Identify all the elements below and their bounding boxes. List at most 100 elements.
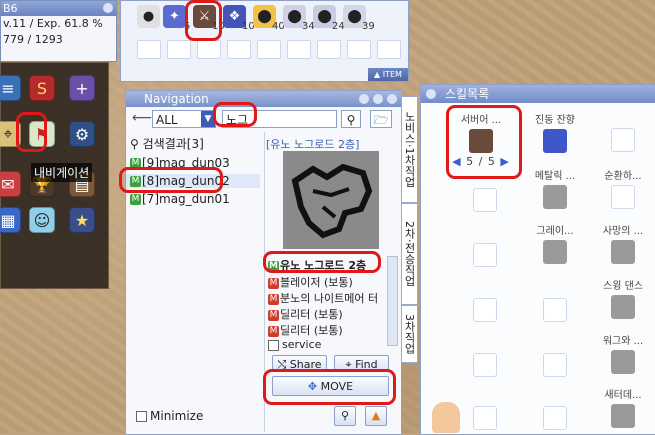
move-button[interactable]: ✥ MOVE bbox=[272, 376, 389, 396]
character-sprite[interactable] bbox=[432, 402, 460, 433]
skill-item-empty[interactable] bbox=[525, 350, 585, 377]
item-shortcut-bar: ● ✦ 5 ⚔ 10 ❖ 10 ⬤ 40 ⬤ 34 ⬤ 24 ⬤ 39 ▲ IT… bbox=[120, 0, 409, 82]
folder-button[interactable]: 🗁 bbox=[370, 110, 392, 128]
find-button[interactable]: ⌖ Find bbox=[334, 355, 389, 372]
skill-list-window: 스킬목록 서버어 ... ◀ 5 / 5 ▶ 진동 잔향 메탈릭 ... 순환하… bbox=[420, 84, 655, 435]
status-title: B6 bbox=[3, 2, 18, 15]
folder-icon: 🗁 bbox=[373, 113, 389, 127]
item-slot-stone[interactable]: ● bbox=[137, 5, 160, 28]
skill-item[interactable]: 워그와 ... bbox=[593, 332, 653, 374]
scroll-up-button[interactable]: ▲ bbox=[365, 406, 387, 426]
level-up-icon[interactable]: ▶ bbox=[500, 155, 509, 168]
skill-item-empty[interactable] bbox=[455, 185, 515, 212]
skill-item-empty[interactable] bbox=[455, 403, 515, 430]
skill-item-empty[interactable] bbox=[525, 295, 585, 322]
skill-name: 사망의 ... bbox=[602, 226, 644, 237]
service-checkbox-row[interactable]: service bbox=[268, 338, 321, 351]
empty-item-slot[interactable] bbox=[227, 40, 251, 59]
result-label: [8]mag_dun02 bbox=[142, 174, 230, 188]
tab-label: 2차·전승직업 bbox=[403, 221, 416, 287]
list-item[interactable]: M [7]mag_dun01 bbox=[130, 192, 230, 206]
zoom-button[interactable]: ⚲ bbox=[334, 406, 356, 426]
list-item[interactable]: M [9]mag_dun03 bbox=[130, 156, 230, 170]
search-button[interactable]: ⚲ bbox=[341, 110, 361, 128]
results-header-text: 검색결과[3] bbox=[142, 137, 204, 151]
skill-item[interactable]: 순환하... bbox=[593, 167, 653, 209]
location-scrollbar[interactable] bbox=[387, 256, 398, 346]
service-label: service bbox=[282, 338, 322, 351]
skill-book-icon[interactable]: S bbox=[29, 75, 55, 101]
minimize-checkbox[interactable] bbox=[136, 411, 147, 422]
settings-gear-icon[interactable]: ⚙ bbox=[69, 121, 95, 147]
empty-item-slot[interactable] bbox=[257, 40, 281, 59]
item-slot-skill-1[interactable]: ✦ bbox=[163, 5, 186, 28]
tab-novice-first-job[interactable]: 노비스·1차직업 bbox=[401, 96, 418, 203]
status-title-bar[interactable]: B6 bbox=[1, 1, 116, 16]
chevron-down-icon[interactable]: ▼ bbox=[201, 111, 215, 127]
minimap-image[interactable] bbox=[283, 151, 379, 249]
minimize-icon[interactable] bbox=[359, 94, 369, 104]
item-tab[interactable]: ▲ ITEM bbox=[368, 68, 408, 81]
skill-item-empty[interactable] bbox=[525, 403, 585, 430]
skill-item[interactable]: 사망의 ... bbox=[593, 222, 653, 264]
tab-second-job[interactable]: 2차·전승직업 bbox=[401, 203, 418, 305]
warg-skill-icon bbox=[611, 350, 635, 374]
location-item-selected[interactable]: M 유노 노그로드 2층 bbox=[268, 257, 366, 273]
empty-item-slot[interactable] bbox=[137, 40, 161, 59]
skill-selected[interactable]: 서버어 ... ◀ 5 / 5 ▶ bbox=[451, 111, 511, 168]
map-icon[interactable]: ⌖ bbox=[0, 121, 21, 147]
minimize-icon[interactable] bbox=[426, 89, 436, 99]
pet-icon[interactable]: ☺ bbox=[29, 207, 55, 233]
menu-icon[interactable]: ≡ bbox=[0, 75, 21, 101]
skill-title-bar[interactable]: 스킬목록 bbox=[421, 85, 655, 103]
skill-item[interactable]: 스윙 댄스 bbox=[593, 277, 653, 319]
skill-item-empty[interactable] bbox=[455, 295, 515, 322]
skill-item[interactable]: 진동 잔향 bbox=[525, 111, 585, 153]
skill-item[interactable]: 그레이... bbox=[525, 222, 585, 264]
item-count-1: 5 bbox=[184, 21, 191, 32]
party-add-icon[interactable]: + bbox=[69, 75, 95, 101]
list-item-selected[interactable]: M [8]mag_dun02 bbox=[126, 174, 260, 188]
empty-skill-slot bbox=[543, 353, 567, 377]
empty-item-slot[interactable] bbox=[167, 40, 191, 59]
share-label: Share bbox=[289, 358, 322, 371]
skill-item[interactable]: 메탈릭 ... bbox=[525, 167, 585, 209]
search-input[interactable]: 노그 bbox=[222, 110, 337, 128]
skill-item[interactable]: 새터데... bbox=[593, 386, 653, 428]
empty-item-slot[interactable] bbox=[377, 40, 401, 59]
level-down-icon[interactable]: ◀ bbox=[452, 155, 461, 168]
minimize-icon[interactable] bbox=[103, 3, 113, 13]
back-arrow-icon[interactable]: ⟵ bbox=[132, 110, 152, 126]
move-label: MOVE bbox=[320, 380, 354, 393]
location-item[interactable]: M 딜리터 (보통) bbox=[268, 306, 343, 322]
skill-item-empty[interactable] bbox=[455, 350, 515, 377]
mail-icon[interactable]: ✉ bbox=[0, 171, 21, 197]
empty-skill-slot bbox=[611, 185, 635, 209]
item-tab-label: ITEM bbox=[382, 70, 402, 79]
minimize-checkbox-row[interactable]: Minimize bbox=[136, 409, 203, 423]
calendar-icon[interactable]: ▦ bbox=[0, 207, 21, 233]
empty-skill-slot bbox=[473, 353, 497, 377]
resize-icon[interactable] bbox=[373, 94, 383, 104]
rank-stars-icon[interactable]: ★ bbox=[69, 207, 95, 233]
tab-label: 노비스·1차직업 bbox=[403, 111, 416, 188]
search-icon: ⚲ bbox=[346, 113, 356, 127]
empty-item-slot[interactable] bbox=[287, 40, 311, 59]
empty-item-slot[interactable] bbox=[197, 40, 221, 59]
empty-item-slot[interactable] bbox=[347, 40, 371, 59]
empty-item-slot[interactable] bbox=[317, 40, 341, 59]
location-item[interactable]: M 블레이저 (보통) bbox=[268, 274, 353, 290]
share-button[interactable]: ⤭ Share bbox=[272, 355, 327, 372]
location-item[interactable]: M 분노의 나이트메어 터 bbox=[268, 290, 378, 306]
location-item[interactable]: M 딜리터 (보통) bbox=[268, 322, 343, 338]
service-checkbox[interactable] bbox=[268, 339, 279, 351]
location-label: 유노 노그로드 2층 bbox=[280, 259, 367, 272]
filter-dropdown[interactable]: ALL ▼ bbox=[152, 110, 216, 128]
saturday-skill-icon bbox=[611, 404, 635, 428]
navigation-flag-icon[interactable]: ⚑ bbox=[29, 121, 55, 147]
tab-third-job[interactable]: 3차직업 bbox=[401, 305, 418, 363]
close-icon[interactable] bbox=[387, 94, 397, 104]
skill-item-empty[interactable] bbox=[593, 125, 653, 152]
skill-item-empty[interactable] bbox=[455, 240, 515, 267]
empty-skill-slot bbox=[543, 298, 567, 322]
